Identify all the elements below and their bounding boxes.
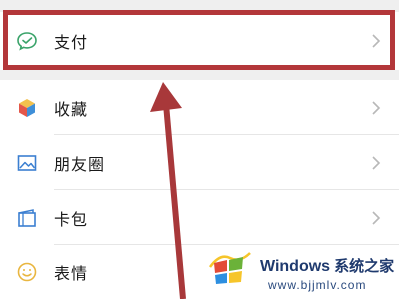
photo-icon [16, 152, 38, 174]
menu-item-pay-label: 支付 [54, 33, 89, 52]
menu-item-favorites-label: 收藏 [54, 99, 89, 119]
wallet-icon [16, 207, 38, 229]
menu-item-cards-label: 卡包 [54, 209, 89, 229]
menu-item-moments-label: 朋友圈 [54, 154, 106, 174]
chevron-right-icon [372, 100, 381, 115]
menu-item-pay[interactable]: 支付 [0, 12, 399, 70]
settings-screen: 支付 收藏 朋友圈 卡包 表情 Windows 系统之家 www.bjjmlv.… [0, 0, 399, 299]
favorites-cube-icon [16, 97, 38, 119]
chevron-right-icon [372, 210, 381, 225]
menu-item-favorites[interactable]: 收藏 [0, 80, 399, 135]
chevron-right-icon [372, 155, 381, 170]
menu-item-moments[interactable]: 朋友圈 [0, 135, 399, 190]
chevron-right-icon [372, 34, 381, 48]
watermark-title-en: Windows [260, 258, 331, 275]
smiley-icon [16, 261, 38, 283]
menu-item-stickers-label: 表情 [54, 264, 89, 283]
watermark-title-zh: 系统之家 [334, 258, 395, 275]
watermark-title: Windows 系统之家 [260, 255, 394, 276]
watermark-url: www.bjjmlv.com [268, 278, 367, 292]
menu-item-cards[interactable]: 卡包 [0, 190, 399, 245]
watermark: Windows 系统之家 www.bjjmlv.com [208, 245, 398, 297]
windows-logo-icon [208, 252, 251, 284]
pay-icon [16, 30, 38, 52]
